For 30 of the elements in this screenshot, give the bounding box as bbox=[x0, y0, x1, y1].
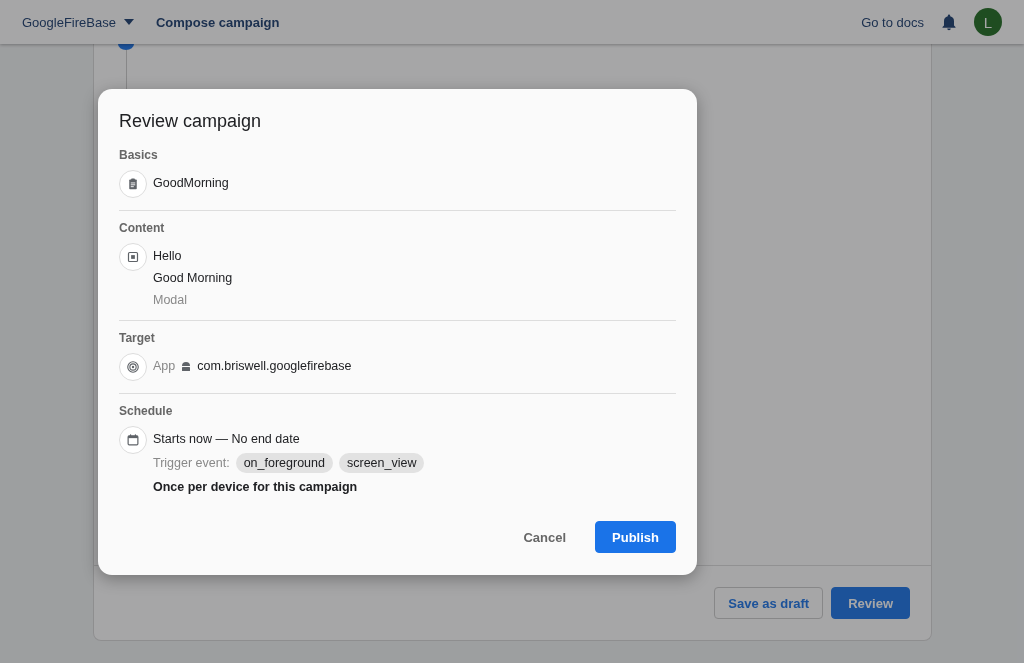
page-title: Compose campaign bbox=[155, 14, 280, 30]
event-chip: on_foreground bbox=[235, 453, 333, 473]
section-heading: Schedule bbox=[119, 404, 174, 418]
target-icon bbox=[119, 353, 147, 381]
summary-text: Hello bbox=[153, 248, 183, 264]
user-avatar[interactable]: L bbox=[974, 8, 1002, 36]
summary-text: GoodMorning bbox=[153, 175, 229, 191]
event-chip: screen_view bbox=[339, 453, 425, 473]
step-icon bbox=[118, 44, 134, 50]
app-label: App bbox=[153, 358, 176, 374]
outlined-button[interactable]: Save as draft bbox=[714, 587, 824, 619]
primary-button[interactable]: Review bbox=[831, 587, 910, 619]
cancel-button[interactable]: Cancel bbox=[510, 521, 580, 553]
docs-link[interactable]: Go to docs bbox=[861, 14, 924, 30]
calendar-icon bbox=[119, 426, 147, 454]
caret-icon bbox=[123, 19, 134, 25]
section-heading: Content bbox=[119, 221, 166, 235]
trigger-label: Trigger event: bbox=[153, 455, 230, 471]
package-name: com.briswell.googlefirebase bbox=[197, 358, 352, 374]
primary-button[interactable]: Publish bbox=[595, 521, 676, 553]
project-selector[interactable]: GoogleFireBase bbox=[22, 14, 134, 30]
summary-type-text: Modal bbox=[153, 292, 189, 308]
summary-text: Starts now — No end date bbox=[153, 431, 301, 447]
clipboard-icon bbox=[119, 170, 147, 198]
notifications-icon[interactable] bbox=[940, 13, 958, 31]
section-heading: Basics bbox=[119, 148, 159, 162]
section-heading: Target bbox=[119, 331, 156, 345]
summary-text: Good Morning bbox=[153, 270, 233, 286]
dialog-title: Review campaign bbox=[119, 111, 263, 132]
summary-frequency-text: Once per device for this campaign bbox=[153, 479, 359, 495]
